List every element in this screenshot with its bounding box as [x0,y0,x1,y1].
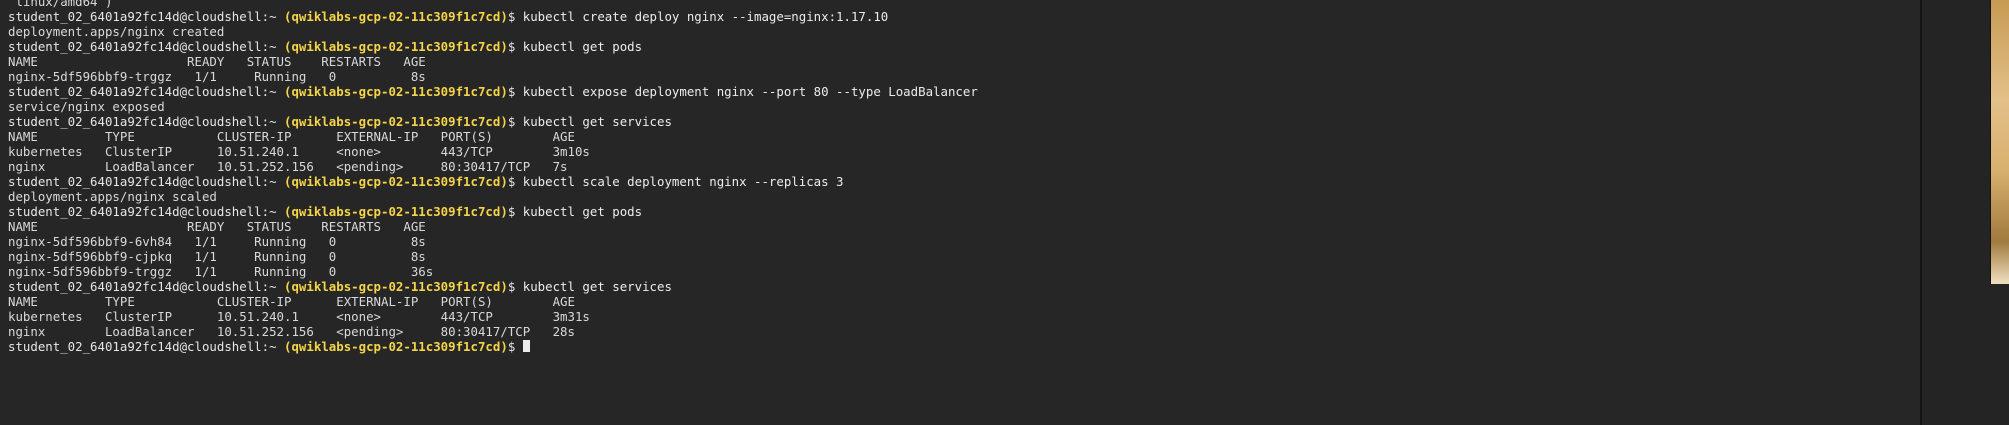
command-text: kubectl expose deployment nginx --port 8… [522,84,978,99]
text-cursor[interactable] [522,340,530,352]
output-line: linux/amd64 ) [8,0,113,9]
prompt-project: (qwiklabs-gcp-02-11c309f1c7cd) [284,9,508,24]
prompt-user: student_02_6401a92fc14d@cloudshell:~ [8,174,285,189]
terminal-pane[interactable]: linux/amd64 ) student_02_6401a92fc14d@clo… [0,0,1920,425]
prompt-suffix: $ [507,84,523,99]
output-line: NAME READY STATUS RESTARTS AGE [8,219,426,234]
command-text: kubectl create deploy nginx --image=ngin… [522,9,889,24]
side-image [1990,0,2009,284]
command-line: student_02_6401a92fc14d@cloudshell:~ (qw… [8,204,978,219]
output-line: NAME TYPE CLUSTER-IP EXTERNAL-IP PORT(S)… [8,129,575,144]
cloud-shell-screen: linux/amd64 ) student_02_6401a92fc14d@clo… [0,0,2009,425]
prompt-user: student_02_6401a92fc14d@cloudshell:~ [8,114,285,129]
command-line: student_02_6401a92fc14d@cloudshell:~ (qw… [8,9,978,24]
output-line: kubernetes ClusterIP 10.51.240.1 <none> … [8,309,590,324]
output-line: nginx-5df596bbf9-6vh84 1/1 Running 0 8s [8,234,426,249]
prompt-suffix: $ [507,114,523,129]
prompt-suffix: $ [507,174,523,189]
command-text: kubectl get services [522,114,672,129]
prompt-user: student_02_6401a92fc14d@cloudshell:~ [8,204,285,219]
active-prompt-line: student_02_6401a92fc14d@cloudshell:~ (qw… [8,339,978,354]
output-line: nginx LoadBalancer 10.51.252.156 <pendin… [8,324,575,339]
terminal-output: linux/amd64 ) student_02_6401a92fc14d@clo… [8,0,978,354]
output-line: NAME READY STATUS RESTARTS AGE [8,54,426,69]
command-line: student_02_6401a92fc14d@cloudshell:~ (qw… [8,84,978,99]
output-line: deployment.apps/nginx created [8,24,225,39]
side-panel [1922,0,2009,425]
prompt-suffix: $ [507,39,523,54]
output-line: kubernetes ClusterIP 10.51.240.1 <none> … [8,144,590,159]
command-text: kubectl scale deployment nginx --replica… [522,174,844,189]
command-line: student_02_6401a92fc14d@cloudshell:~ (qw… [8,174,978,189]
command-line: student_02_6401a92fc14d@cloudshell:~ (qw… [8,39,978,54]
prompt-project: (qwiklabs-gcp-02-11c309f1c7cd) [284,114,508,129]
output-line: service/nginx exposed [8,99,165,114]
command-text: kubectl get pods [522,39,643,54]
prompt-user: student_02_6401a92fc14d@cloudshell:~ [8,279,285,294]
prompt-project: (qwiklabs-gcp-02-11c309f1c7cd) [284,174,508,189]
prompt-user: student_02_6401a92fc14d@cloudshell:~ [8,9,285,24]
prompt-project: (qwiklabs-gcp-02-11c309f1c7cd) [284,339,508,354]
prompt-suffix: $ [507,339,523,354]
prompt-project: (qwiklabs-gcp-02-11c309f1c7cd) [284,279,508,294]
prompt-project: (qwiklabs-gcp-02-11c309f1c7cd) [284,84,508,99]
output-line: deployment.apps/nginx scaled [8,189,217,204]
output-line: nginx-5df596bbf9-cjpkq 1/1 Running 0 8s [8,249,426,264]
command-text: kubectl get services [522,279,672,294]
output-line: nginx LoadBalancer 10.51.252.156 <pendin… [8,159,568,174]
prompt-suffix: $ [507,279,523,294]
output-line: nginx-5df596bbf9-trggz 1/1 Running 0 8s [8,69,426,84]
prompt-suffix: $ [507,204,523,219]
prompt-user: student_02_6401a92fc14d@cloudshell:~ [8,84,285,99]
prompt-user: student_02_6401a92fc14d@cloudshell:~ [8,339,285,354]
prompt-suffix: $ [507,9,523,24]
output-line: nginx-5df596bbf9-trggz 1/1 Running 0 36s [8,264,434,279]
prompt-user: student_02_6401a92fc14d@cloudshell:~ [8,39,285,54]
command-line: student_02_6401a92fc14d@cloudshell:~ (qw… [8,279,978,294]
output-line: NAME TYPE CLUSTER-IP EXTERNAL-IP PORT(S)… [8,294,575,309]
prompt-project: (qwiklabs-gcp-02-11c309f1c7cd) [284,39,508,54]
prompt-project: (qwiklabs-gcp-02-11c309f1c7cd) [284,204,508,219]
command-line: student_02_6401a92fc14d@cloudshell:~ (qw… [8,114,978,129]
command-text: kubectl get pods [522,204,643,219]
